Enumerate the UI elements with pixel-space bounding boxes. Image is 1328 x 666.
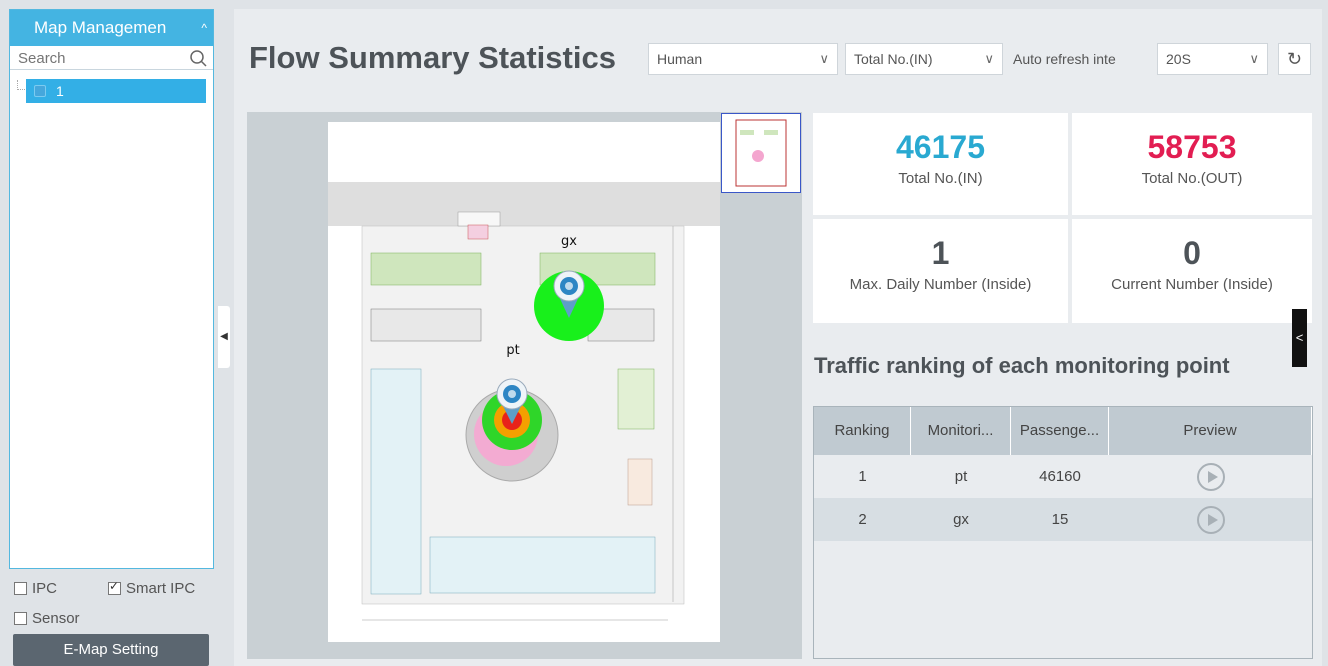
map-node-icon [34, 85, 46, 97]
smart-ipc-checkbox[interactable] [108, 579, 121, 595]
total-in-label: Total No.(IN) [898, 170, 983, 187]
ipc-checkbox[interactable] [14, 582, 27, 595]
count-cell: 15 [1051, 511, 1069, 528]
table-row[interactable]: 2 gx 15 [814, 498, 1312, 541]
target-type-value: Human [657, 51, 703, 67]
page-title: Flow Summary Statistics [249, 40, 616, 75]
max-daily-value: 1 [931, 235, 950, 271]
play-icon[interactable] [1196, 506, 1225, 535]
search-input[interactable] [10, 46, 213, 70]
refresh-interval-value: 20S [1166, 51, 1191, 67]
stat-card-max-daily: 1 Max. Daily Number (Inside) [813, 219, 1068, 323]
chevron-down-icon: ∨ [1249, 51, 1259, 66]
sensor-label: Sensor [32, 610, 80, 627]
map-thumbnail[interactable] [721, 113, 801, 193]
rank-cell: 1 [858, 468, 867, 485]
point-cell: gx [953, 511, 969, 528]
count-type-value: Total No.(IN) [854, 51, 933, 67]
total-in-value: 46175 [896, 129, 985, 165]
chevron-up-icon[interactable]: ^ [201, 10, 207, 46]
tree-node[interactable]: 1 [26, 79, 206, 103]
rank-cell: 2 [858, 511, 867, 528]
floor-plan-map: pt gx [328, 122, 720, 642]
chevron-down-icon: ∨ [819, 51, 829, 66]
ranking-title: Traffic ranking of each monitoring point [814, 353, 1230, 378]
search-icon[interactable] [189, 49, 207, 67]
preview-cell [1109, 455, 1312, 498]
chevron-down-icon: ∨ [984, 51, 994, 66]
auto-refresh-label: Auto refresh inte [1013, 51, 1116, 67]
map-management-title: Map Managemen [34, 18, 167, 37]
total-out-label: Total No.(OUT) [1141, 170, 1243, 187]
thumbnail-image [735, 119, 787, 187]
ipc-checkbox-row[interactable]: IPC [14, 580, 57, 597]
current-value: 0 [1183, 235, 1201, 271]
map-point-label: gx [561, 234, 577, 249]
play-icon[interactable] [1196, 463, 1225, 492]
map-management-header[interactable]: Map Managemen ^ [10, 10, 213, 46]
stat-card-current: 0 Current Number (Inside) [1072, 219, 1312, 323]
sensor-checkbox-row[interactable]: Sensor [14, 610, 80, 627]
ipc-label: IPC [32, 580, 58, 597]
max-daily-label: Max. Daily Number (Inside) [849, 276, 1032, 293]
column-header[interactable]: Passenge... [1011, 407, 1109, 455]
column-header[interactable]: Preview [1109, 407, 1312, 455]
table-row[interactable]: 1 pt 46160 [814, 455, 1312, 498]
total-out-value: 58753 [1147, 129, 1237, 165]
refresh-icon: ↻ [1286, 49, 1303, 69]
tree-node-label: 1 [56, 83, 64, 99]
count-type-select[interactable]: Total No.(IN) ∨ [845, 43, 1003, 75]
column-header[interactable]: Ranking [814, 407, 911, 455]
point-cell: pt [954, 468, 968, 485]
column-header[interactable]: Monitori... [911, 407, 1011, 455]
refresh-interval-select[interactable]: 20S ∨ [1157, 43, 1268, 75]
emap-setting-button[interactable]: E-Map Setting [13, 634, 209, 666]
refresh-button[interactable]: ↻ [1278, 43, 1311, 75]
search-box [10, 46, 213, 70]
smart-ipc-checkbox-row[interactable]: Smart IPC [108, 579, 196, 597]
map-point-label: pt [506, 343, 519, 358]
sensor-checkbox[interactable] [14, 612, 27, 625]
stat-card-total-out: 58753 Total No.(OUT) [1072, 113, 1312, 215]
preview-cell [1109, 498, 1312, 541]
table-header: Ranking Monitori... Passenge... Preview [814, 407, 1312, 455]
ranking-table: Ranking Monitori... Passenge... Preview … [813, 406, 1313, 659]
map-view[interactable]: pt gx [247, 112, 802, 659]
smart-ipc-label: Smart IPC [126, 580, 196, 597]
target-type-select[interactable]: Human ∨ [648, 43, 838, 75]
collapse-left-panel-button[interactable]: ◀ [218, 306, 230, 368]
stat-card-total-in: 46175 Total No.(IN) [813, 113, 1068, 215]
current-label: Current Number (Inside) [1111, 276, 1273, 293]
count-cell: 46160 [1039, 468, 1081, 485]
